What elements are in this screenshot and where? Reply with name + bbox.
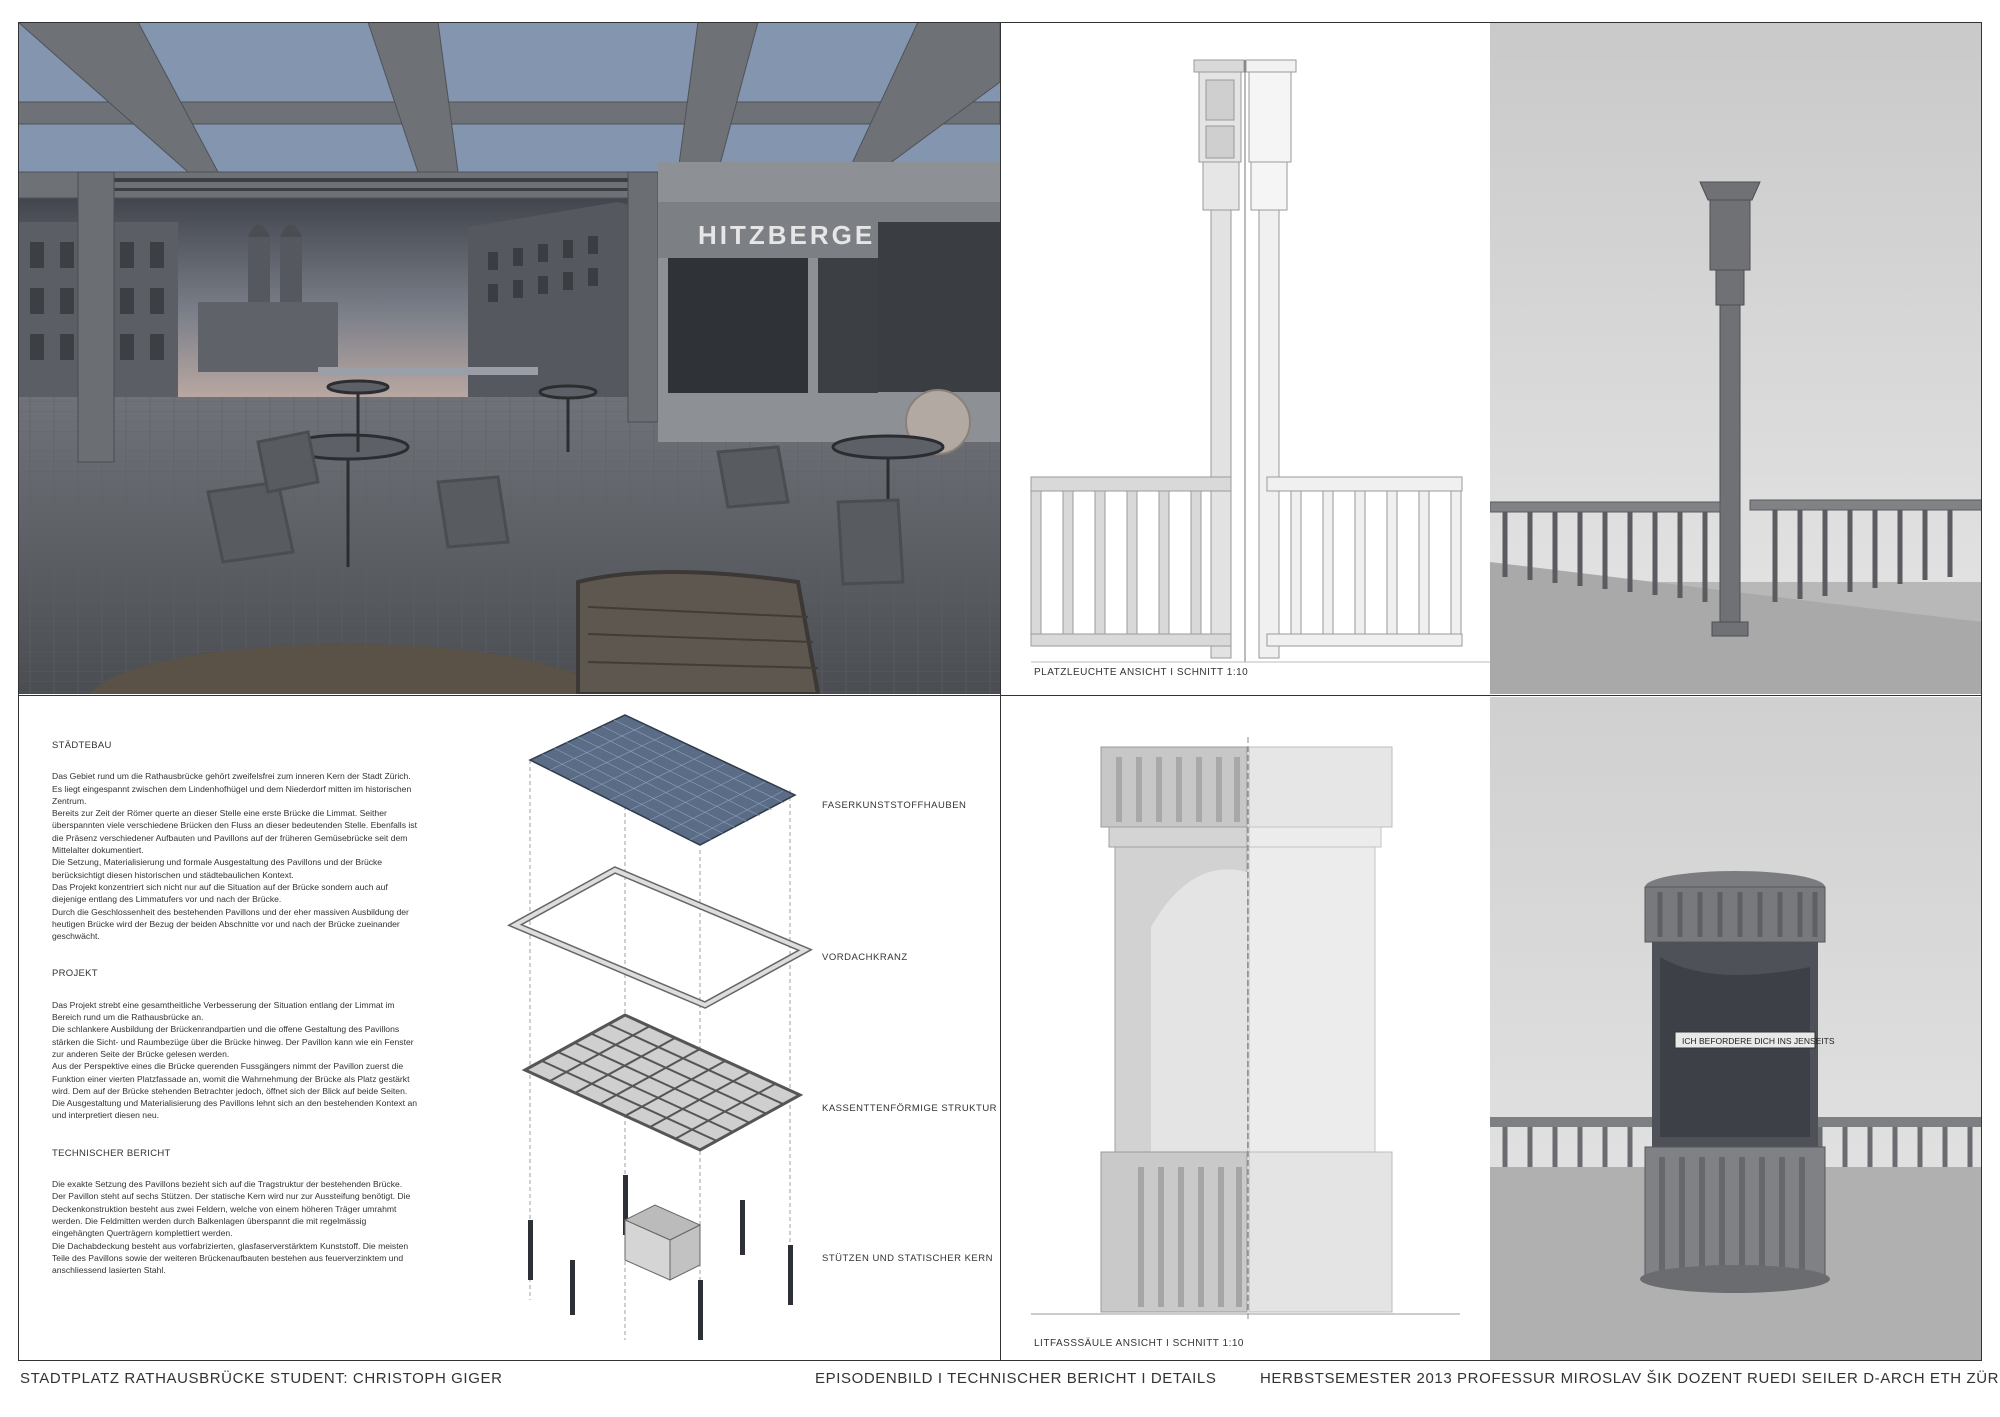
footer-right: HERBSTSEMESTER 2013 PROFESSUR MIROSLAV Š… [1260,1370,2000,1387]
frame-divider-vertical [1000,22,1001,1361]
footer-center: EPISODENBILD I TECHNISCHER BERICHT I DET… [815,1370,1217,1387]
footer-left: STADTPLATZ RATHAUSBRÜCKE STUDENT: CHRIST… [20,1370,503,1387]
